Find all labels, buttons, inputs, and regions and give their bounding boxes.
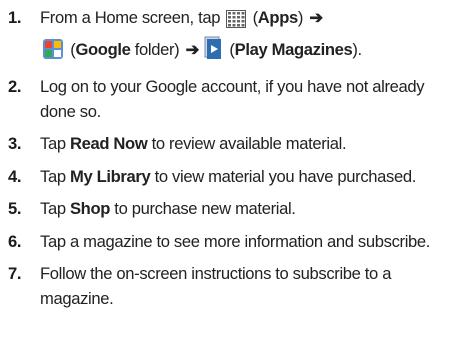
step-number: 6. (8, 231, 22, 251)
step-1-text-c: ) (297, 8, 308, 27)
step-text: Tap Read Now to review available materia… (40, 132, 464, 157)
step-1-text-e: folder) (130, 39, 184, 59)
step-number: 2. (8, 77, 22, 96)
step-text: Tap a magazine to see more information a… (40, 231, 431, 251)
step-number: 1. (8, 8, 22, 27)
step-text: From a Home screen, tap (Apps) ➔ (Google… (40, 6, 464, 67)
step-number: 7. (8, 264, 22, 283)
step-3-text-a: Tap (40, 134, 70, 153)
step-7: 7. Follow the on-screen instructions to … (8, 262, 464, 311)
step-4-text-a: Tap (40, 166, 70, 186)
google-folder-icon (42, 38, 64, 68)
step-3-text-b: to review available material. (147, 134, 347, 153)
step-1-text-g: ). (352, 39, 362, 59)
shop-label: Shop (69, 199, 111, 218)
step-5-text-b: to purchase new material. (110, 199, 296, 218)
step-4: 4. Tap My Library to view material you h… (8, 165, 464, 190)
arrow-icon: ➔ (309, 8, 323, 27)
step-number: 3. (8, 134, 22, 153)
google-label: Google (75, 39, 131, 59)
step-3: 3. Tap Read Now to review available mate… (8, 132, 464, 157)
arrow-icon: ➔ (185, 39, 200, 59)
step-number: 5. (8, 199, 22, 218)
apps-label: Apps (257, 8, 298, 27)
read-now-label: Read Now (69, 134, 148, 153)
step-6: 6. Tap a magazine to see more informatio… (8, 230, 464, 255)
step-5: 5. Tap Shop to purchase new material. (8, 197, 464, 222)
my-library-label: My Library (69, 166, 151, 186)
step-number: 4. (8, 166, 22, 186)
steps-list: 1. From a Home screen, tap (Apps) ➔ (Goo… (8, 6, 464, 311)
step-1: 1. From a Home screen, tap (Apps) ➔ (Goo… (8, 6, 464, 67)
step-text: Follow the on-screen instructions to sub… (40, 264, 392, 308)
apps-grid-icon (226, 10, 247, 36)
step-1-text-f: ( (225, 39, 235, 59)
step-5-text-a: Tap (40, 199, 70, 218)
step-text: Tap Shop to purchase new material. (40, 197, 464, 222)
step-2: 2. Log on to your Google account, if you… (8, 75, 464, 124)
step-1-text-a: From a Home screen, tap (40, 8, 225, 27)
step-text: Tap My Library to view material you have… (40, 165, 464, 190)
step-4-text-b: to view material you have purchased. (150, 166, 417, 186)
step-text: Log on to your Google account, if you ha… (40, 77, 425, 121)
play-magazines-icon (203, 36, 223, 68)
play-magazines-label: Play Magazines (234, 39, 353, 59)
step-1-text-b: ( (248, 8, 259, 27)
instructions-page: 1. From a Home screen, tap (Apps) ➔ (Goo… (0, 0, 472, 338)
